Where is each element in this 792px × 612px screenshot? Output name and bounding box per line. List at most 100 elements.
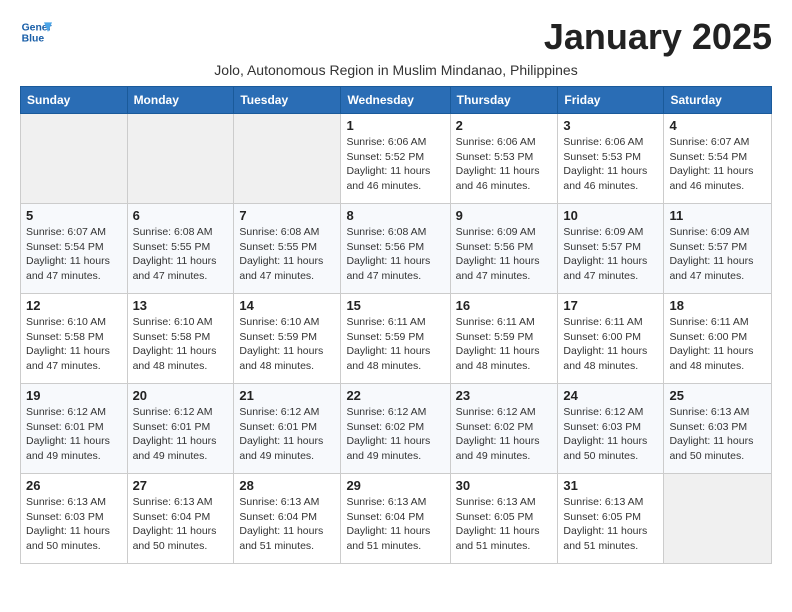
calendar-cell: 30 Sunrise: 6:13 AMSunset: 6:05 PMDayligh… bbox=[450, 474, 558, 564]
day-info: Sunrise: 6:06 AMSunset: 5:52 PMDaylight:… bbox=[346, 135, 444, 194]
calendar-week-5: 26 Sunrise: 6:13 AMSunset: 6:03 PMDayligh… bbox=[21, 474, 772, 564]
day-number: 27 bbox=[133, 478, 229, 493]
day-info: Sunrise: 6:09 AMSunset: 5:56 PMDaylight:… bbox=[456, 225, 553, 284]
calendar-cell: 12 Sunrise: 6:10 AMSunset: 5:58 PMDayligh… bbox=[21, 294, 128, 384]
day-info: Sunrise: 6:13 AMSunset: 6:05 PMDaylight:… bbox=[563, 495, 658, 554]
day-info: Sunrise: 6:12 AMSunset: 6:03 PMDaylight:… bbox=[563, 405, 658, 464]
calendar-cell: 17 Sunrise: 6:11 AMSunset: 6:00 PMDayligh… bbox=[558, 294, 664, 384]
day-info: Sunrise: 6:10 AMSunset: 5:58 PMDaylight:… bbox=[133, 315, 229, 374]
calendar-cell bbox=[664, 474, 772, 564]
calendar-cell: 26 Sunrise: 6:13 AMSunset: 6:03 PMDayligh… bbox=[21, 474, 128, 564]
logo-icon: General Blue bbox=[20, 16, 52, 48]
day-info: Sunrise: 6:08 AMSunset: 5:55 PMDaylight:… bbox=[239, 225, 335, 284]
weekday-header-saturday: Saturday bbox=[664, 87, 772, 114]
day-info: Sunrise: 6:07 AMSunset: 5:54 PMDaylight:… bbox=[669, 135, 766, 194]
day-info: Sunrise: 6:11 AMSunset: 6:00 PMDaylight:… bbox=[563, 315, 658, 374]
calendar-table: SundayMondayTuesdayWednesdayThursdayFrid… bbox=[20, 86, 772, 564]
calendar-cell: 4Sunrise: 6:07 AMSunset: 5:54 PMDaylight… bbox=[664, 114, 772, 204]
calendar-cell: 2Sunrise: 6:06 AMSunset: 5:53 PMDaylight… bbox=[450, 114, 558, 204]
calendar-week-4: 19 Sunrise: 6:12 AMSunset: 6:01 PMDayligh… bbox=[21, 384, 772, 474]
weekday-header-wednesday: Wednesday bbox=[341, 87, 450, 114]
page-header: General Blue January 2025 bbox=[20, 16, 772, 58]
calendar-cell: 22Sunrise: 6:12 AMSunset: 6:02 PMDayligh… bbox=[341, 384, 450, 474]
day-number: 30 bbox=[456, 478, 553, 493]
day-info: Sunrise: 6:12 AMSunset: 6:01 PMDaylight:… bbox=[133, 405, 229, 464]
day-number: 19 bbox=[26, 388, 122, 403]
day-number: 7 bbox=[239, 208, 335, 223]
day-info: Sunrise: 6:09 AMSunset: 5:57 PMDaylight:… bbox=[669, 225, 766, 284]
calendar-cell: 18 Sunrise: 6:11 AMSunset: 6:00 PMDayligh… bbox=[664, 294, 772, 384]
day-number: 23 bbox=[456, 388, 553, 403]
calendar-week-3: 12 Sunrise: 6:10 AMSunset: 5:58 PMDayligh… bbox=[21, 294, 772, 384]
day-info: Sunrise: 6:07 AMSunset: 5:54 PMDaylight:… bbox=[26, 225, 122, 284]
calendar-cell: 23 Sunrise: 6:12 AMSunset: 6:02 PMDayligh… bbox=[450, 384, 558, 474]
day-info: Sunrise: 6:09 AMSunset: 5:57 PMDaylight:… bbox=[563, 225, 658, 284]
calendar-cell bbox=[127, 114, 234, 204]
day-number: 1 bbox=[346, 118, 444, 133]
weekday-header-row: SundayMondayTuesdayWednesdayThursdayFrid… bbox=[21, 87, 772, 114]
day-info: Sunrise: 6:13 AMSunset: 6:04 PMDaylight:… bbox=[133, 495, 229, 554]
calendar-cell: 10Sunrise: 6:09 AMSunset: 5:57 PMDayligh… bbox=[558, 204, 664, 294]
day-info: Sunrise: 6:10 AMSunset: 5:58 PMDaylight:… bbox=[26, 315, 122, 374]
calendar-cell: 20 Sunrise: 6:12 AMSunset: 6:01 PMDayligh… bbox=[127, 384, 234, 474]
day-number: 18 bbox=[669, 298, 766, 313]
calendar-cell: 21Sunrise: 6:12 AMSunset: 6:01 PMDayligh… bbox=[234, 384, 341, 474]
day-number: 26 bbox=[26, 478, 122, 493]
calendar-cell: 25 Sunrise: 6:13 AMSunset: 6:03 PMDayligh… bbox=[664, 384, 772, 474]
day-info: Sunrise: 6:12 AMSunset: 6:01 PMDaylight:… bbox=[26, 405, 122, 464]
day-number: 24 bbox=[563, 388, 658, 403]
day-info: Sunrise: 6:06 AMSunset: 5:53 PMDaylight:… bbox=[563, 135, 658, 194]
day-number: 12 bbox=[26, 298, 122, 313]
calendar-cell: 29Sunrise: 6:13 AMSunset: 6:04 PMDayligh… bbox=[341, 474, 450, 564]
weekday-header-tuesday: Tuesday bbox=[234, 87, 341, 114]
calendar-cell: 6Sunrise: 6:08 AMSunset: 5:55 PMDaylight… bbox=[127, 204, 234, 294]
calendar-cell bbox=[21, 114, 128, 204]
day-info: Sunrise: 6:12 AMSunset: 6:01 PMDaylight:… bbox=[239, 405, 335, 464]
month-title: January 2025 bbox=[544, 16, 772, 58]
calendar-cell: 15 Sunrise: 6:11 AMSunset: 5:59 PMDayligh… bbox=[341, 294, 450, 384]
weekday-header-friday: Friday bbox=[558, 87, 664, 114]
calendar-cell: 16 Sunrise: 6:11 AMSunset: 5:59 PMDayligh… bbox=[450, 294, 558, 384]
day-number: 15 bbox=[346, 298, 444, 313]
day-info: Sunrise: 6:13 AMSunset: 6:05 PMDaylight:… bbox=[456, 495, 553, 554]
day-info: Sunrise: 6:13 AMSunset: 6:03 PMDaylight:… bbox=[26, 495, 122, 554]
day-number: 14 bbox=[239, 298, 335, 313]
weekday-header-thursday: Thursday bbox=[450, 87, 558, 114]
day-info: Sunrise: 6:10 AMSunset: 5:59 PMDaylight:… bbox=[239, 315, 335, 374]
day-number: 17 bbox=[563, 298, 658, 313]
day-number: 3 bbox=[563, 118, 658, 133]
day-number: 16 bbox=[456, 298, 553, 313]
day-info: Sunrise: 6:11 AMSunset: 6:00 PMDaylight:… bbox=[669, 315, 766, 374]
day-number: 6 bbox=[133, 208, 229, 223]
day-number: 11 bbox=[669, 208, 766, 223]
day-number: 20 bbox=[133, 388, 229, 403]
calendar-cell: 28 Sunrise: 6:13 AMSunset: 6:04 PMDayligh… bbox=[234, 474, 341, 564]
day-info: Sunrise: 6:08 AMSunset: 5:56 PMDaylight:… bbox=[346, 225, 444, 284]
weekday-header-monday: Monday bbox=[127, 87, 234, 114]
day-number: 25 bbox=[669, 388, 766, 403]
day-info: Sunrise: 6:06 AMSunset: 5:53 PMDaylight:… bbox=[456, 135, 553, 194]
calendar-cell: 27 Sunrise: 6:13 AMSunset: 6:04 PMDayligh… bbox=[127, 474, 234, 564]
day-info: Sunrise: 6:13 AMSunset: 6:04 PMDaylight:… bbox=[239, 495, 335, 554]
calendar-cell: 11 Sunrise: 6:09 AMSunset: 5:57 PMDayligh… bbox=[664, 204, 772, 294]
day-number: 31 bbox=[563, 478, 658, 493]
calendar-cell: 24 Sunrise: 6:12 AMSunset: 6:03 PMDayligh… bbox=[558, 384, 664, 474]
day-number: 22 bbox=[346, 388, 444, 403]
calendar-week-1: 1 Sunrise: 6:06 AMSunset: 5:52 PMDaylight… bbox=[21, 114, 772, 204]
logo: General Blue bbox=[20, 16, 52, 48]
day-number: 5 bbox=[26, 208, 122, 223]
calendar-subtitle: Jolo, Autonomous Region in Muslim Mindan… bbox=[20, 62, 772, 78]
calendar-cell: 13Sunrise: 6:10 AMSunset: 5:58 PMDayligh… bbox=[127, 294, 234, 384]
calendar-cell: 7 Sunrise: 6:08 AMSunset: 5:55 PMDaylight… bbox=[234, 204, 341, 294]
day-info: Sunrise: 6:11 AMSunset: 5:59 PMDaylight:… bbox=[456, 315, 553, 374]
day-info: Sunrise: 6:13 AMSunset: 6:04 PMDaylight:… bbox=[346, 495, 444, 554]
day-info: Sunrise: 6:11 AMSunset: 5:59 PMDaylight:… bbox=[346, 315, 444, 374]
calendar-cell: 14 Sunrise: 6:10 AMSunset: 5:59 PMDayligh… bbox=[234, 294, 341, 384]
calendar-cell: 3 Sunrise: 6:06 AMSunset: 5:53 PMDaylight… bbox=[558, 114, 664, 204]
calendar-cell: 9Sunrise: 6:09 AMSunset: 5:56 PMDaylight… bbox=[450, 204, 558, 294]
calendar-cell: 31 Sunrise: 6:13 AMSunset: 6:05 PMDayligh… bbox=[558, 474, 664, 564]
day-number: 28 bbox=[239, 478, 335, 493]
day-number: 8 bbox=[346, 208, 444, 223]
day-info: Sunrise: 6:12 AMSunset: 6:02 PMDaylight:… bbox=[456, 405, 553, 464]
day-info: Sunrise: 6:13 AMSunset: 6:03 PMDaylight:… bbox=[669, 405, 766, 464]
